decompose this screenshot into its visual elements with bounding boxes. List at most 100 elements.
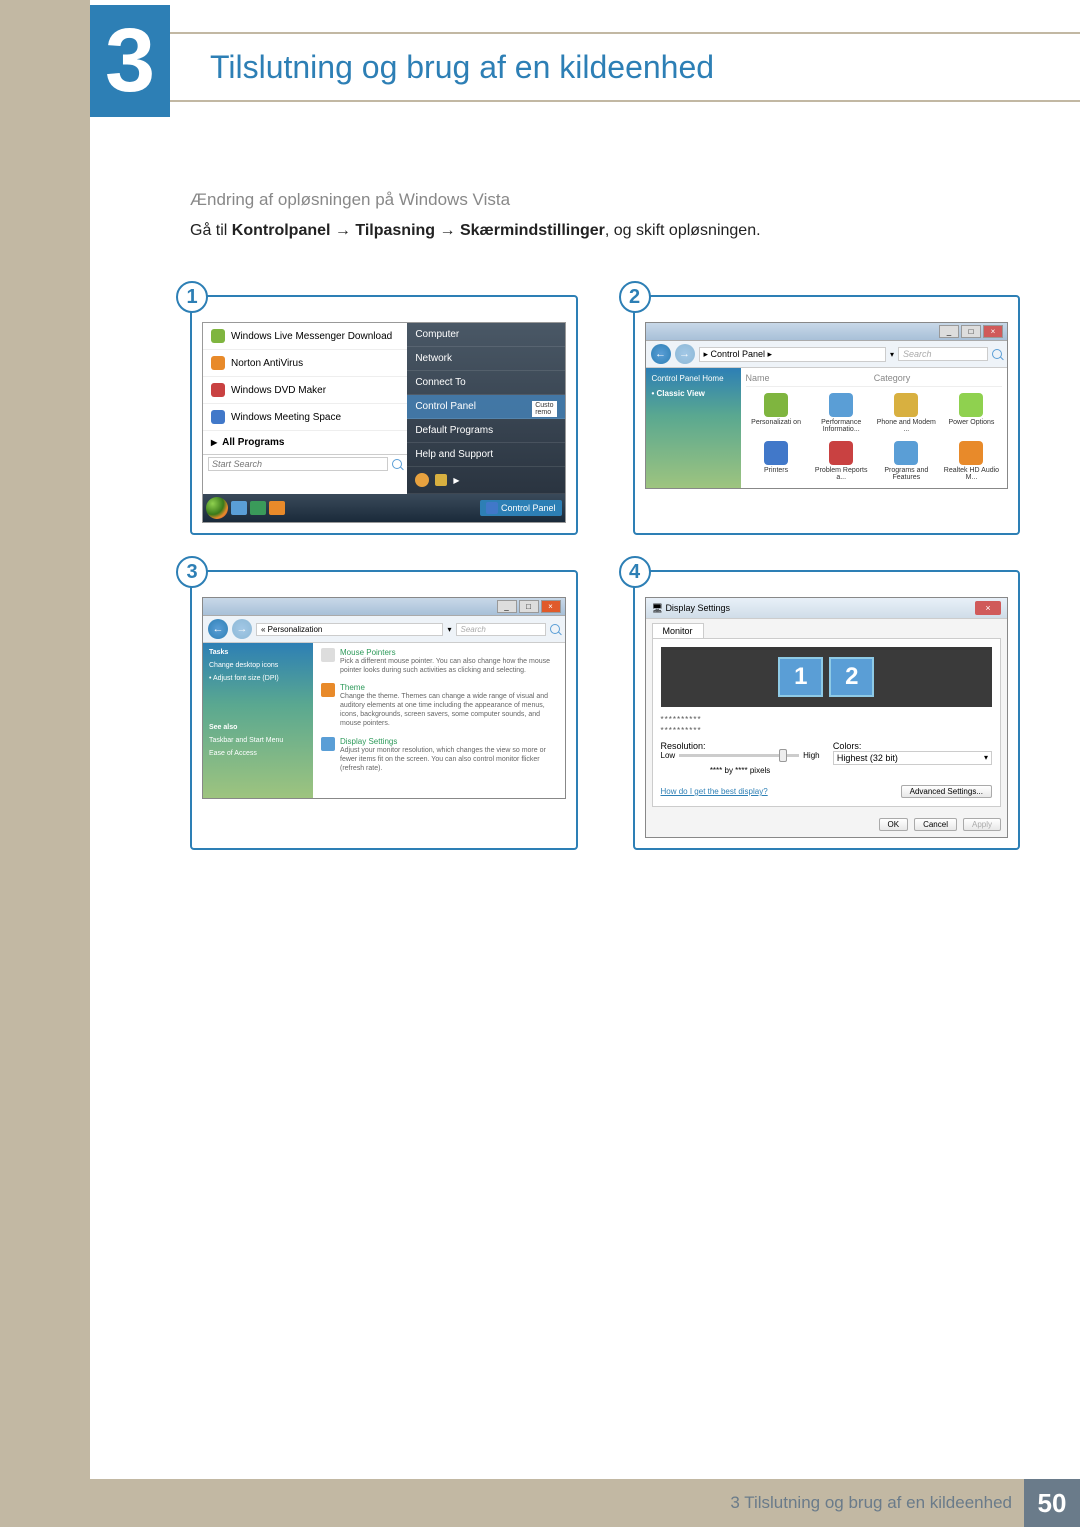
cp-home-link[interactable]: Control Panel Home [652,374,735,383]
lock-icon[interactable] [435,474,447,486]
sm-item-norton[interactable]: Norton AntiVirus [203,350,407,377]
cp-phone[interactable]: Phone and Modem ... [876,393,937,433]
windows-orb-icon[interactable] [206,497,228,519]
cp-programs[interactable]: Programs and Features [876,441,937,481]
sm-item-messenger[interactable]: Windows Live Messenger Download [203,323,407,350]
colors-select[interactable]: Highest (32 bit) ▾ [833,751,992,765]
classic-view-link[interactable]: • Classic View [652,389,735,398]
cp-power[interactable]: Power Options [941,393,1002,433]
section-subhead: Ændring af opløsningen på Windows Vista [190,190,1020,210]
norton-icon [211,356,225,370]
start-search-input[interactable] [208,457,388,471]
monitor-tab[interactable]: Monitor [652,623,704,638]
dropdown-icon[interactable]: ▾ [447,625,451,634]
taskbar-control-panel[interactable]: Control Panel [480,500,562,516]
search-icon [392,459,402,469]
screenshot-3-number: 3 [176,556,208,588]
resolution-col: Resolution: Low High **** by **** pixels [661,741,820,775]
display-settings-section[interactable]: Display Settings Adjust your monitor res… [321,737,557,773]
monitor-1[interactable]: 1 [778,657,823,697]
breadcrumb[interactable]: « Personalization [256,623,443,636]
breadcrumb[interactable]: ▸ Control Panel ▸ [699,347,886,362]
path-kontrolpanel: Kontrolpanel [232,222,331,239]
sm-cp-label: Control Panel [415,401,476,412]
monitor-2[interactable]: 2 [829,657,874,697]
change-desktop-icons[interactable]: Change desktop icons [209,662,307,669]
display-settings-window: 🖥 Display Settings × Monitor 1 2 *******… [645,597,1009,838]
col-name[interactable]: Name [746,373,874,383]
sm-item-meeting[interactable]: Windows Meeting Space [203,404,407,431]
mouse-pointers-section[interactable]: Mouse Pointers Pick a different mouse po… [321,648,557,675]
cp-realtek[interactable]: Realtek HD Audio M... [941,441,1002,481]
back-button[interactable]: ← [651,344,671,364]
back-button[interactable]: ← [208,619,228,639]
ease-of-access-link[interactable]: Ease of Access [209,750,307,757]
advanced-settings-button[interactable]: Advanced Settings... [901,785,992,798]
power-icon[interactable] [415,473,429,487]
close-button[interactable]: × [541,600,561,613]
cp-performance[interactable]: Performance Informatio... [811,393,872,433]
resolution-label: Resolution: [661,741,820,751]
theme-section[interactable]: Theme Change the theme. Themes can chang… [321,683,557,728]
apply-button[interactable]: Apply [963,818,1001,831]
cp-nav: ← → ▸ Control Panel ▸ ▾ Search [646,341,1008,368]
chapter-number-box: 3 [90,5,170,117]
sm-connect[interactable]: Connect To [407,371,564,395]
sm-control-panel[interactable]: Control Panel Custo remo [407,395,564,419]
taskbar-icon-1[interactable] [231,501,247,515]
taskbar-icon-3[interactable] [269,501,285,515]
taskbar-start-menu-link[interactable]: Taskbar and Start Menu [209,737,307,744]
minimize-button[interactable]: _ [497,600,517,613]
taskbar-icon-2[interactable] [250,501,266,515]
instruction-suffix: , og skift opløsningen. [605,222,761,239]
cp-problem-reports[interactable]: Problem Reports a... [811,441,872,481]
minimize-button[interactable]: _ [939,325,959,338]
all-programs[interactable]: ▶All Programs [203,431,407,454]
close-button[interactable]: × [983,325,1003,338]
forward-button[interactable]: → [675,344,695,364]
dropdown-icon[interactable]: ▾ [890,350,894,359]
performance-icon [829,393,853,417]
ico-label: Phone and Modem ... [877,419,936,433]
sm-network[interactable]: Network [407,347,564,371]
col-category[interactable]: Category [874,373,911,383]
footer-chapter-text: 3 Tilslutning og brug af en kildeenhed [730,1493,1012,1513]
cp-printers[interactable]: Printers [746,441,807,481]
maximize-button[interactable]: □ [519,600,539,613]
p-search-ph: Search [461,625,486,634]
theme-desc: Change the theme. Themes can change a wi… [340,692,557,728]
cp-sidebar: Control Panel Home • Classic View [646,368,741,488]
mouse-title: Mouse Pointers [340,648,557,657]
help-link[interactable]: How do I get the best display? [661,787,768,796]
monitor-name-2: ********** [661,726,993,735]
cp-search[interactable]: Search [898,347,988,361]
sm-computer[interactable]: Computer [407,323,564,347]
ico-label: Realtek HD Audio M... [944,467,999,481]
forward-button[interactable]: → [232,619,252,639]
maximize-button[interactable]: □ [961,325,981,338]
realtek-icon [959,441,983,465]
printers-icon [764,441,788,465]
adjust-font-size[interactable]: Adjust font size (DPI) [209,675,307,682]
cp-titlebar: _ □ × [646,323,1008,341]
sm-help[interactable]: Help and Support [407,443,564,467]
close-button[interactable]: × [975,601,1001,615]
cp-personalization[interactable]: Personalizati on [746,393,807,433]
start-search-row [203,454,407,473]
ok-button[interactable]: OK [879,818,909,831]
programs-icon [894,441,918,465]
p-sidebar: Tasks Change desktop icons Adjust font s… [203,643,313,798]
instruction-text: Gå til Kontrolpanel → Tilpasning → Skærm… [190,222,1020,240]
ico-label: Performance Informatio... [821,419,861,433]
slider-thumb[interactable] [779,749,787,762]
sm-default-programs[interactable]: Default Programs [407,419,564,443]
p-search[interactable]: Search [456,623,546,636]
arrow-icon[interactable]: ▶ [453,476,459,485]
cp-search-ph: Search [903,349,932,359]
dropdown-icon: ▾ [984,753,988,763]
path-skaermindstillinger: Skærmindstillinger [460,222,605,239]
sm-item-dvdmaker[interactable]: Windows DVD Maker [203,377,407,404]
cancel-button[interactable]: Cancel [914,818,957,831]
resolution-slider[interactable]: Low High [661,751,820,760]
colors-label: Colors: [833,741,992,751]
